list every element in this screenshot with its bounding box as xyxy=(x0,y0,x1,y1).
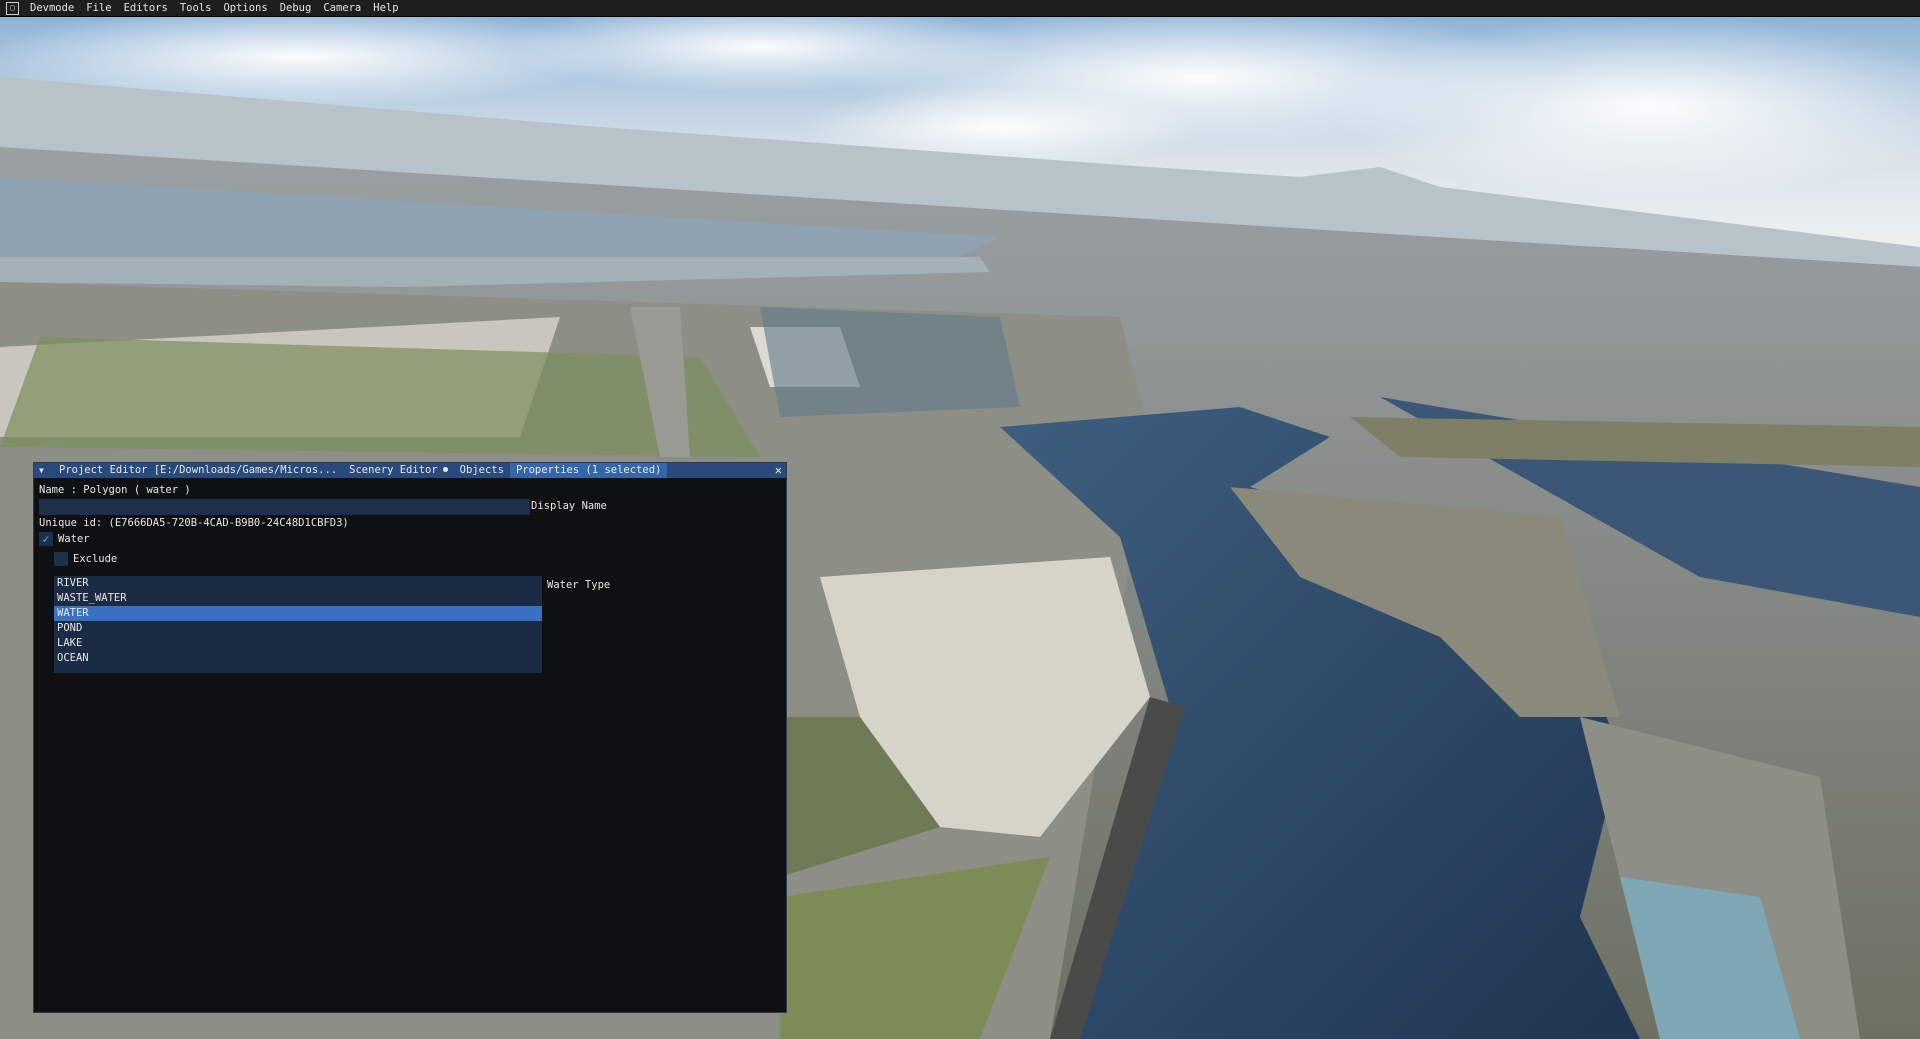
water-checkbox-label: Water xyxy=(58,533,90,545)
list-item-pond[interactable]: POND xyxy=(54,621,542,636)
list-item-water[interactable]: WATER xyxy=(54,606,542,621)
exclude-checkbox[interactable] xyxy=(54,552,68,566)
menu-debug[interactable]: Debug xyxy=(274,0,318,16)
menu-help[interactable]: Help xyxy=(367,0,404,16)
name-line: Name : Polygon ( water ) xyxy=(39,484,191,496)
menu-camera[interactable]: Camera xyxy=(317,0,367,16)
tab-scenery-editor[interactable]: Scenery Editor xyxy=(343,463,454,478)
tab-properties[interactable]: Properties (1 selected) xyxy=(509,463,668,478)
tab-scenery-editor-label: Scenery Editor xyxy=(349,464,438,476)
menu-editors[interactable]: Editors xyxy=(118,0,174,16)
close-icon[interactable]: ✕ xyxy=(775,463,782,478)
water-type-listbox[interactable]: RIVER WASTE_WATER WATER POND LAKE OCEAN xyxy=(54,576,542,673)
menu-tools[interactable]: Tools xyxy=(174,0,218,16)
properties-body: Name : Polygon ( water ) xyxy=(34,478,786,501)
devmode-logo-icon: ▢ xyxy=(6,1,19,15)
checkmark-icon: ✓ xyxy=(42,532,50,546)
collapse-triangle-icon[interactable]: ▼ xyxy=(39,466,49,475)
exclude-checkbox-label: Exclude xyxy=(73,553,118,565)
list-item-ocean[interactable]: OCEAN xyxy=(54,651,542,666)
menu-bar: ▢ Devmode File Editors Tools Options Deb… xyxy=(0,0,1920,17)
menu-devmode[interactable]: Devmode xyxy=(24,0,80,16)
window-titlebar[interactable]: ▼ Project Editor [E:/Downloads/Games/Mic… xyxy=(34,463,786,478)
menu-options[interactable]: Options xyxy=(217,0,273,16)
properties-window: ▼ Project Editor [E:/Downloads/Games/Mic… xyxy=(33,462,787,1013)
menu-file[interactable]: File xyxy=(80,0,117,16)
list-item-waste-water[interactable]: WASTE_WATER xyxy=(54,591,542,606)
list-item-river[interactable]: RIVER xyxy=(54,576,542,591)
display-name-label: Display Name xyxy=(531,500,607,512)
unique-id-text: Unique id: (E7666DA5-720B-4CAD-B9B0-24C4… xyxy=(39,517,349,529)
list-item-lake[interactable]: LAKE xyxy=(54,636,542,651)
water-type-label: Water Type xyxy=(547,579,611,591)
tab-objects[interactable]: Objects xyxy=(454,463,510,478)
tab-project-editor[interactable]: Project Editor [E:/Downloads/Games/Micro… xyxy=(53,463,343,478)
display-name-input[interactable] xyxy=(39,499,530,515)
unsaved-dot-icon xyxy=(442,467,448,472)
water-checkbox[interactable]: ✓ xyxy=(39,532,53,546)
